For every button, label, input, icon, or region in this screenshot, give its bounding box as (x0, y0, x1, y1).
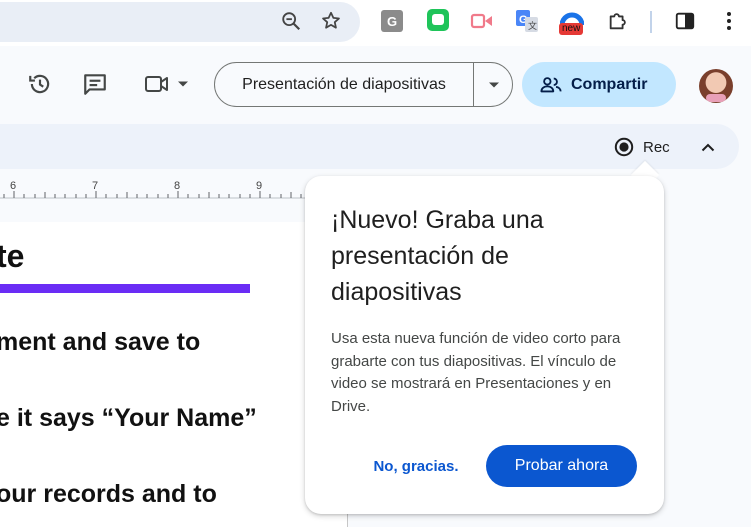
toolbar-divider (650, 11, 652, 33)
ruler-number: 6 (10, 180, 17, 192)
ruler-number: 9 (256, 180, 263, 192)
extensions-puzzle-icon[interactable] (606, 9, 630, 33)
try-now-button[interactable]: Probar ahora (486, 445, 637, 487)
history-icon[interactable] (26, 70, 54, 98)
popup-body: Usa esta nueva función de video corto pa… (331, 330, 621, 415)
chevron-down-icon (488, 82, 499, 87)
more-vert-icon[interactable] (717, 9, 741, 33)
svg-text:文: 文 (528, 20, 537, 32)
no-thanks-button[interactable]: No, gracias. (361, 446, 471, 486)
slide-text-line[interactable]: e it says “Your Name” (0, 404, 257, 433)
slide-text-line[interactable]: ment and save to (0, 328, 200, 357)
share-button[interactable]: Compartir (522, 62, 676, 107)
ruler-number: 8 (174, 180, 181, 192)
browser-toolbar: G G文 new (0, 0, 751, 46)
slide-canvas[interactable]: te ment and save to e it says “Your Name… (0, 222, 348, 527)
people-icon (540, 76, 562, 92)
meet-camera-icon[interactable] (143, 70, 171, 98)
ruler-number: 7 (92, 180, 99, 192)
rec-button[interactable]: Rec (614, 136, 670, 158)
horizontal-ruler[interactable]: 6 7 8 9 (0, 176, 348, 200)
share-button-label: Compartir (571, 75, 648, 93)
side-panel-icon[interactable] (673, 9, 697, 33)
slide-text-line[interactable]: our records and to (0, 480, 217, 509)
title-underline[interactable] (0, 284, 250, 293)
translate-icon[interactable]: G文 (515, 9, 539, 33)
chevron-down-icon[interactable] (172, 70, 194, 98)
collapse-menus-button[interactable] (697, 136, 719, 158)
extension-g-icon[interactable]: G (381, 10, 403, 32)
rec-label: Rec (643, 138, 670, 156)
bookmark-star-icon[interactable] (319, 9, 343, 33)
record-icon (614, 137, 634, 157)
new-feature-popup: ¡Nuevo! Graba una presentación de diapos… (305, 176, 664, 514)
slideshow-options-dropdown[interactable] (474, 63, 513, 106)
address-bar[interactable] (0, 2, 360, 42)
extension-face-icon[interactable] (427, 9, 449, 31)
slideshow-button[interactable]: Presentación de diapositivas (215, 63, 473, 106)
chevron-up-icon (701, 143, 715, 151)
avatar[interactable] (699, 69, 733, 103)
new-badge: new (559, 23, 584, 35)
comment-icon[interactable] (81, 70, 109, 98)
zoom-out-icon[interactable] (279, 9, 303, 33)
slideshow-button-group: Presentación de diapositivas (214, 62, 513, 107)
slide-title[interactable]: te (0, 238, 24, 275)
extension-video-icon[interactable] (470, 9, 494, 33)
popup-title: ¡Nuevo! Graba una presentación de diapos… (331, 206, 544, 306)
